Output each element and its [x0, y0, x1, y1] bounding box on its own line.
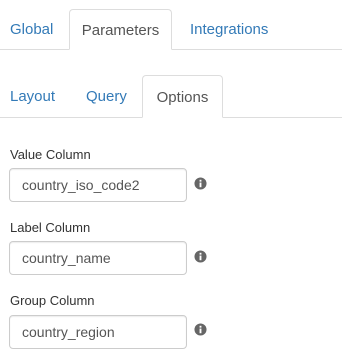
label-column-label: Label Column — [10, 220, 91, 235]
value-column-label: Value Column — [10, 147, 91, 162]
tab-integrations[interactable]: Integrations — [190, 9, 268, 50]
tab-global[interactable]: Global — [10, 9, 53, 50]
tab-parameters[interactable]: Parameters — [69, 9, 172, 50]
group-column-input[interactable] — [9, 315, 187, 349]
tab-options[interactable]: Options — [142, 75, 223, 118]
tab-query[interactable]: Query — [86, 75, 127, 118]
value-column-input[interactable] — [9, 168, 187, 202]
main-tabs: Global Parameters Integrations — [0, 9, 342, 50]
info-circle-icon[interactable] — [194, 250, 207, 263]
sub-tabs: Layout Query Options — [0, 75, 342, 118]
group-column-label: Group Column — [10, 293, 95, 308]
label-column-input[interactable] — [9, 241, 187, 275]
info-circle-icon[interactable] — [194, 177, 207, 190]
tab-layout[interactable]: Layout — [10, 75, 55, 118]
info-circle-icon[interactable] — [194, 323, 207, 336]
